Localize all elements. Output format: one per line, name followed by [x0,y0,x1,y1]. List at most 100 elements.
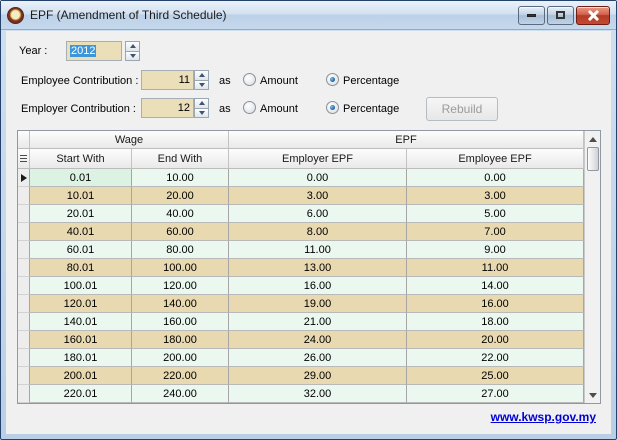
employee-contribution-input[interactable]: 11 [141,70,194,90]
row-selector[interactable] [18,295,30,313]
scroll-up-button[interactable] [585,131,600,147]
row-selector[interactable] [18,223,30,241]
table-row[interactable]: 220.01 240.00 32.00 27.00 [18,385,584,403]
title-bar[interactable]: EPF (Amendment of Third Schedule) [1,1,616,30]
row-selector[interactable] [18,385,30,403]
table-row[interactable]: 140.01 160.00 21.00 18.00 [18,313,584,331]
grid-cell[interactable]: 40.00 [132,205,229,223]
grid-cell[interactable]: 25.00 [407,367,584,385]
grid-cell[interactable]: 8.00 [229,223,407,241]
grid-cell[interactable]: 11.00 [229,241,407,259]
employer-step-up-button[interactable] [194,98,209,109]
grid-cell[interactable]: 13.00 [229,259,407,277]
scrollbar-thumb[interactable] [586,147,599,171]
row-selector[interactable] [18,259,30,277]
column-header-end-with[interactable]: End With [132,149,229,169]
row-selector[interactable] [18,331,30,349]
minimize-button[interactable] [518,5,545,25]
table-row[interactable]: 0.01 10.00 0.00 0.00 [18,169,584,187]
column-header-employer-epf[interactable]: Employer EPF [229,149,407,169]
grid-cell[interactable]: 0.01 [30,169,132,187]
employee-step-up-button[interactable] [194,70,209,81]
grid-cell[interactable]: 26.00 [229,349,407,367]
grid-cell[interactable]: 24.00 [229,331,407,349]
grid-cell[interactable]: 120.00 [132,277,229,295]
row-selector[interactable] [18,205,30,223]
row-header-corner[interactable] [18,149,30,169]
year-step-down-button[interactable] [125,51,140,61]
employee-step-down-button[interactable] [194,80,209,90]
table-row[interactable]: 180.01 200.00 26.00 22.00 [18,349,584,367]
table-row[interactable]: 20.01 40.00 6.00 5.00 [18,205,584,223]
table-row[interactable]: 80.01 100.00 13.00 11.00 [18,259,584,277]
grid-cell[interactable]: 180.01 [30,349,132,367]
grid-cell[interactable]: 120.01 [30,295,132,313]
grid-cell[interactable]: 180.00 [132,331,229,349]
row-selector-active[interactable] [18,169,30,187]
grid-cell[interactable]: 40.01 [30,223,132,241]
grid-cell[interactable]: 10.00 [132,169,229,187]
grid-cell[interactable]: 16.00 [229,277,407,295]
employee-percentage-radio[interactable] [326,73,339,86]
employer-contribution-input[interactable]: 12 [141,98,194,118]
table-row[interactable]: 100.01 120.00 16.00 14.00 [18,277,584,295]
row-selector[interactable] [18,241,30,259]
grid-cell[interactable]: 200.01 [30,367,132,385]
grid-cell[interactable]: 3.00 [407,187,584,205]
employer-amount-radio[interactable] [243,101,256,114]
table-row[interactable]: 40.01 60.00 8.00 7.00 [18,223,584,241]
row-selector[interactable] [18,187,30,205]
grid-cell[interactable]: 21.00 [229,313,407,331]
rebuild-button[interactable]: Rebuild [426,97,498,121]
year-input[interactable]: 2012 [66,41,122,61]
year-step-up-button[interactable] [125,41,140,52]
grid-cell[interactable]: 100.01 [30,277,132,295]
row-selector[interactable] [18,313,30,331]
grid-cell[interactable]: 220.00 [132,367,229,385]
scroll-down-button[interactable] [585,387,600,403]
row-selector[interactable] [18,277,30,295]
grid-cell[interactable]: 140.00 [132,295,229,313]
row-selector[interactable] [18,349,30,367]
grid-cell[interactable]: 80.01 [30,259,132,277]
grid-cell[interactable]: 29.00 [229,367,407,385]
column-header-start-with[interactable]: Start With [30,149,132,169]
kwsp-website-link[interactable]: www.kwsp.gov.my [491,410,596,424]
grid-cell[interactable]: 0.00 [229,169,407,187]
grid-cell[interactable]: 220.01 [30,385,132,403]
grid-cell[interactable]: 20.00 [407,331,584,349]
grid-cell[interactable]: 160.01 [30,331,132,349]
grid-cell[interactable]: 20.01 [30,205,132,223]
maximize-button[interactable] [547,5,574,25]
table-row[interactable]: 10.01 20.00 3.00 3.00 [18,187,584,205]
employer-step-down-button[interactable] [194,108,209,118]
column-header-employee-epf[interactable]: Employee EPF [407,149,584,169]
grid-cell[interactable]: 7.00 [407,223,584,241]
table-row[interactable]: 200.01 220.00 29.00 25.00 [18,367,584,385]
grid-cell[interactable]: 160.00 [132,313,229,331]
grid-cell[interactable]: 60.00 [132,223,229,241]
grid-cell[interactable]: 14.00 [407,277,584,295]
grid-cell[interactable]: 20.00 [132,187,229,205]
table-row[interactable]: 120.01 140.00 19.00 16.00 [18,295,584,313]
grid-cell[interactable]: 19.00 [229,295,407,313]
grid-cell[interactable]: 5.00 [407,205,584,223]
grid-cell[interactable]: 80.00 [132,241,229,259]
table-row[interactable]: 60.01 80.00 11.00 9.00 [18,241,584,259]
vertical-scrollbar[interactable] [584,131,600,403]
row-selector[interactable] [18,367,30,385]
grid-cell[interactable]: 27.00 [407,385,584,403]
grid-cell[interactable]: 6.00 [229,205,407,223]
employer-percentage-radio[interactable] [326,101,339,114]
grid-cell[interactable]: 3.00 [229,187,407,205]
grid-cell[interactable]: 11.00 [407,259,584,277]
employee-amount-radio[interactable] [243,73,256,86]
close-button[interactable] [576,5,610,25]
grid-cell[interactable]: 140.01 [30,313,132,331]
table-row[interactable]: 160.01 180.00 24.00 20.00 [18,331,584,349]
grid-cell[interactable]: 18.00 [407,313,584,331]
grid-cell[interactable]: 9.00 [407,241,584,259]
grid-cell[interactable]: 60.01 [30,241,132,259]
grid-cell[interactable]: 22.00 [407,349,584,367]
grid-cell[interactable]: 100.00 [132,259,229,277]
